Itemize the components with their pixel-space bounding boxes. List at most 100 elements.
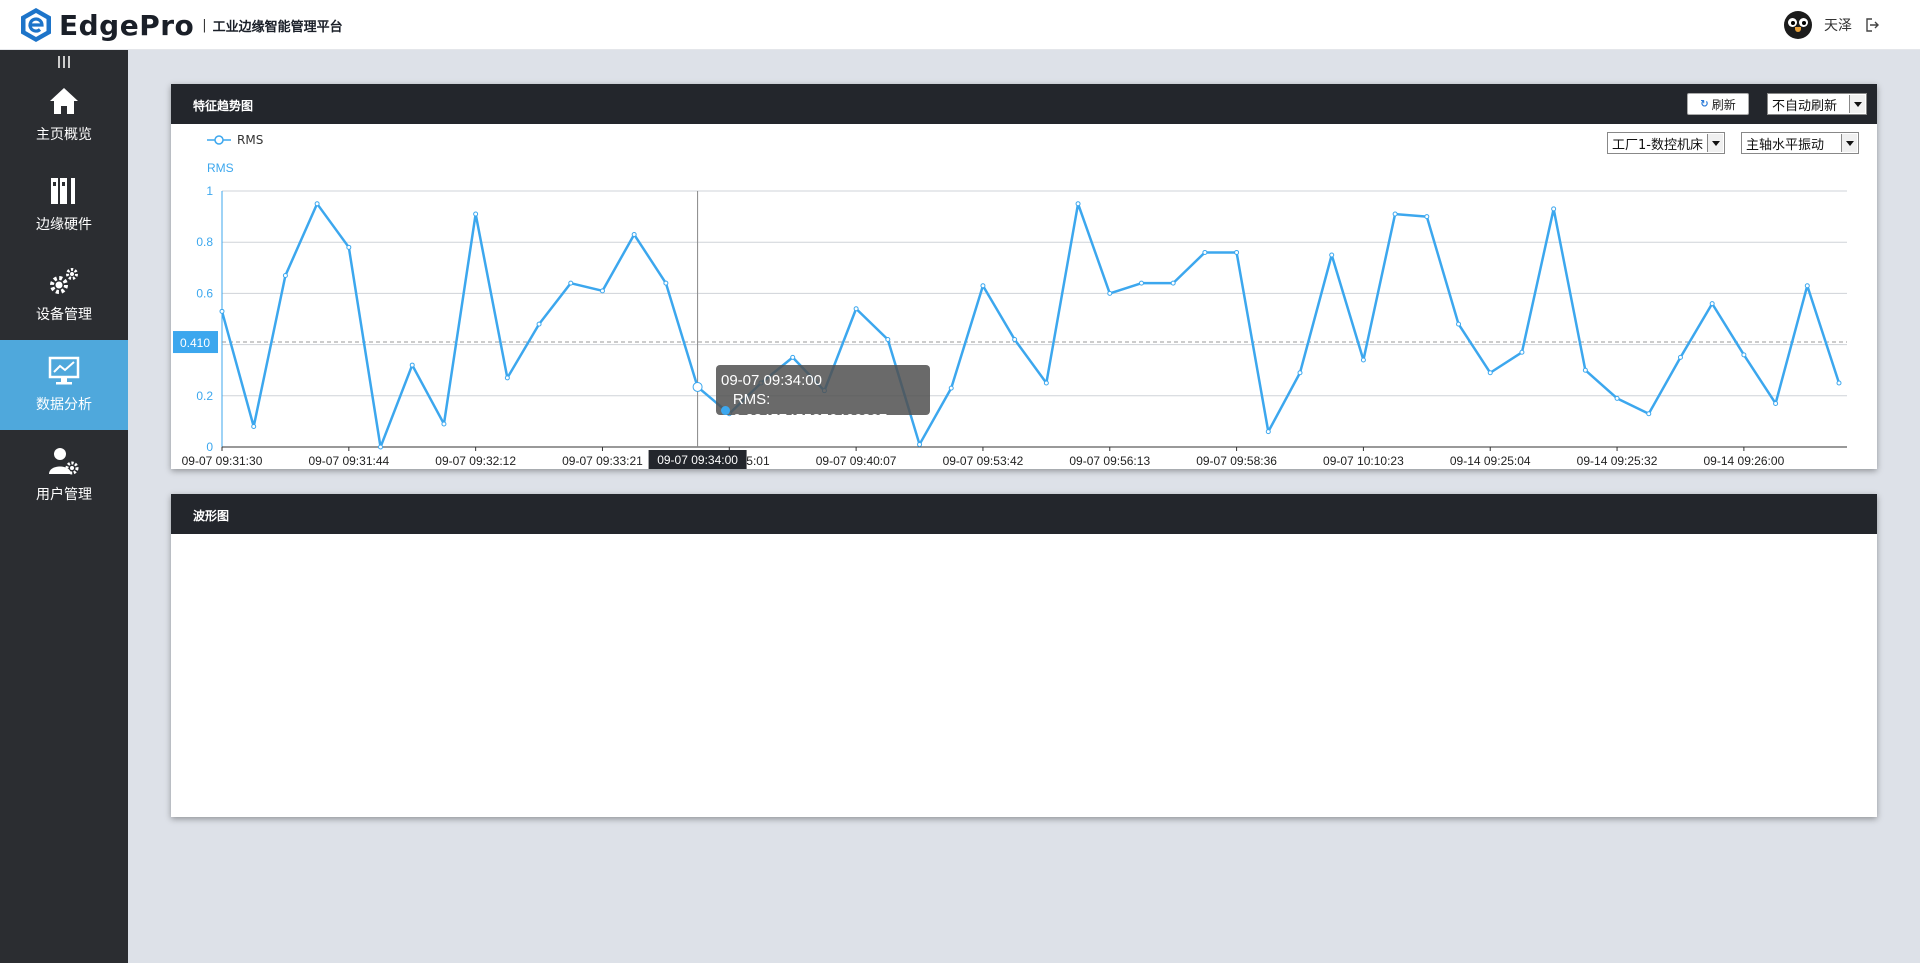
data-point [1265,429,1271,435]
data-point [599,288,605,294]
x-tick-label: 09-07 09:56:13 [1069,454,1150,468]
data-point [1677,354,1683,360]
data-point [1741,352,1747,358]
refresh-label: 刷新 [1711,97,1736,112]
home-icon [50,88,78,114]
tooltip-title: 09-07 09:34:00 [721,372,822,389]
x-tick-label: 09-07 09:53:42 [943,454,1024,468]
data-point [692,381,703,392]
gears-icon [50,268,78,294]
user-settings-icon [49,448,79,475]
logo[interactable]: EdgePro | 工业边缘智能管理平台 [19,6,343,44]
user-name[interactable]: 天泽 [1824,15,1852,35]
series-line-rms [220,202,1841,449]
tooltip-series-dot [721,405,730,415]
tooltip-value: RMS: 0.23457455376466307 [732,391,888,428]
data-point [663,280,669,286]
data-point [219,308,225,314]
data-point [1138,280,1144,286]
x-tick-label: 09-14 09:25:04 [1450,454,1531,468]
data-point [1836,380,1842,386]
waveform-panel-header: 波形图 [171,494,1877,534]
data-point [1107,290,1113,296]
data-point [1234,249,1240,255]
waveform-panel: 波形图 [171,494,1877,817]
chevron-down-icon [1849,95,1865,113]
sidebar-item-label: 边缘硬件 [36,217,92,233]
x-tick-label: 09-14 09:25:32 [1577,454,1658,468]
logout-icon[interactable] [1864,17,1880,33]
data-point [536,321,542,327]
x-tick-label: 09-07 09:40:07 [816,454,897,468]
sidebar-item-hardware[interactable]: 边缘硬件 [0,160,128,250]
data-point [1170,280,1176,286]
data-point [1773,400,1779,406]
top-bar: EdgePro | 工业边缘智能管理平台 天泽 [0,0,1920,50]
sidebar-toggle-icon[interactable] [58,56,70,68]
data-point [885,336,891,342]
sidebar-item-label: 数据分析 [36,397,92,413]
data-point [1297,370,1303,376]
data-point [504,375,510,381]
trend-chart[interactable]: RMS00.20.40.60.8109-07 09:31:3009-07 09:… [171,124,1877,469]
sidebar-item-home[interactable]: 主页概览 [0,70,128,160]
data-point [346,244,352,250]
edgepro-logo-icon [21,8,51,42]
y-tick-label: 0 [206,440,213,454]
data-point [1043,380,1049,386]
data-point [1456,321,1462,327]
brand-separator: | [202,17,207,33]
sidebar-item-label: 设备管理 [36,307,92,323]
crosshair-y-label: 0.410 [180,336,210,350]
crosshair-x-label: 09-07 09:34:00 [657,453,738,467]
data-point [917,441,923,447]
sidebar-item-data-analysis[interactable]: 数据分析 [0,340,128,430]
data-point [790,354,796,360]
avatar[interactable] [1784,11,1812,39]
sidebar-item-devices[interactable]: 设备管理 [0,250,128,340]
auto-refresh-select[interactable]: 不自动刷新 [1767,93,1867,115]
data-point [1551,206,1557,212]
x-tick-label: 09-07 09:31:44 [308,454,389,468]
refresh-icon: ↻ [1700,98,1709,110]
brand-name: EdgePro [59,8,195,42]
x-tick-label: 09-14 09:26:00 [1704,454,1785,468]
y-axis-title: RMS [207,161,234,175]
data-point [1487,370,1493,376]
x-tick-label: 09-07 09:33:21 [562,454,643,468]
refresh-button[interactable]: ↻ 刷新 [1687,93,1749,115]
y-tick-label: 0.8 [196,235,213,249]
data-point [631,232,637,238]
data-point [1360,357,1366,363]
chart-tooltip: 09-07 09:34:00 RMS: 0.23457455376466307 [716,365,930,428]
data-point [1582,367,1588,373]
y-tick-label: 0.6 [196,286,213,300]
x-tick-label: 09-07 09:58:36 [1196,454,1277,468]
x-tick-label: 09-07 10:10:23 [1323,454,1404,468]
monitor-chart-icon [48,356,80,385]
sidebar-item-users[interactable]: 用户管理 [0,430,128,520]
data-point [282,272,288,278]
hardware-icon [51,178,75,204]
waveform-chart-area[interactable] [171,534,1877,817]
data-point [251,424,257,430]
data-point [1614,395,1620,401]
data-point [1709,301,1715,307]
y-tick-label: 1 [206,184,213,198]
data-point [1012,336,1018,342]
data-point [1519,349,1525,355]
data-point [409,362,415,368]
data-point [853,306,859,312]
data-point [1075,201,1081,207]
panel-title: 特征趋势图 [193,99,254,113]
data-point [568,280,574,286]
user-area: 天泽 [1784,11,1880,39]
data-point [473,211,479,217]
x-tick-label: 09-07 09:32:12 [435,454,516,468]
data-point [1392,211,1398,217]
x-tick-label: 09-07 09:31:30 [182,454,263,468]
data-point [441,421,447,427]
data-point [1202,249,1208,255]
auto-refresh-value: 不自动刷新 [1772,98,1838,114]
sidebar-item-label: 用户管理 [36,487,92,503]
